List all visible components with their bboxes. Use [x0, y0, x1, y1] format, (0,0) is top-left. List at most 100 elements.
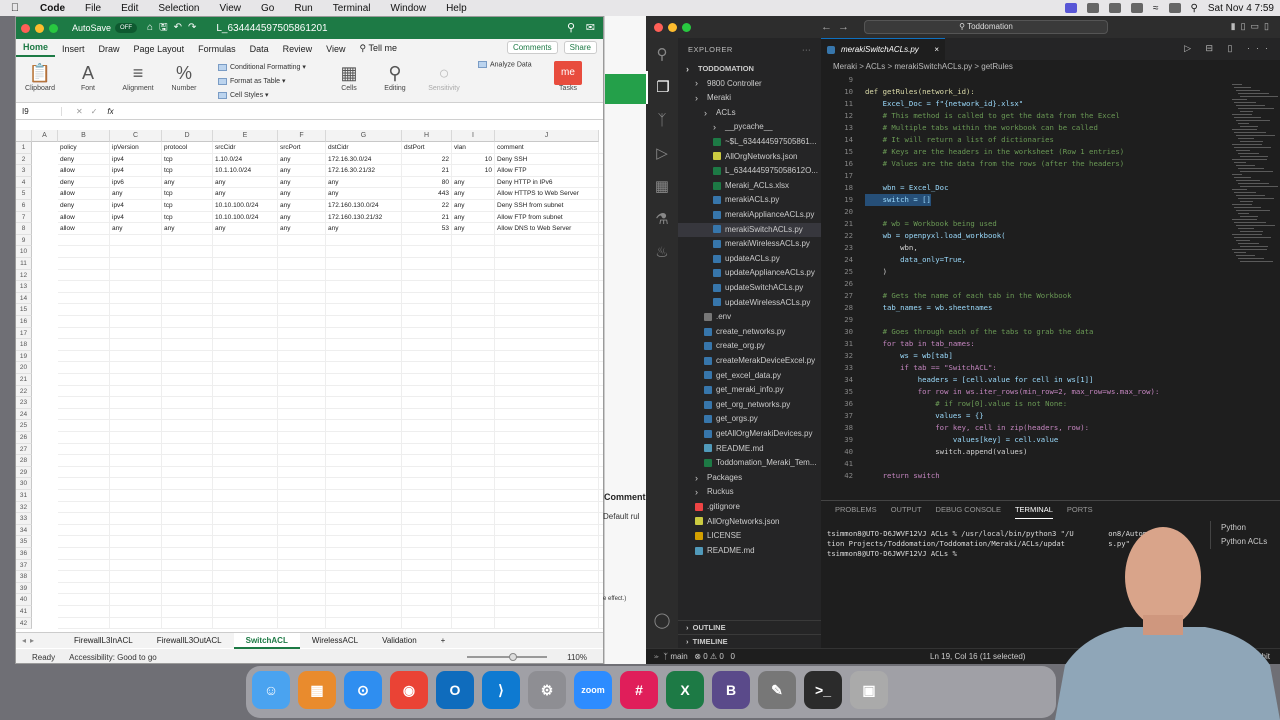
- cell[interactable]: [110, 594, 162, 606]
- cell[interactable]: any: [452, 211, 495, 224]
- column-header[interactable]: D: [162, 130, 213, 142]
- column-header[interactable]: A: [32, 130, 58, 142]
- cell[interactable]: [402, 432, 452, 444]
- cell[interactable]: [58, 304, 110, 316]
- wifi-icon[interactable]: ≈: [1153, 3, 1159, 14]
- cell[interactable]: [213, 281, 278, 293]
- row-header[interactable]: 34: [16, 524, 32, 537]
- cell[interactable]: [452, 582, 495, 595]
- cell[interactable]: Allow FTP: [495, 165, 599, 177]
- cell[interactable]: 172.160.130.0/24: [326, 200, 402, 212]
- comments-button[interactable]: Comments: [506, 41, 558, 54]
- cell[interactable]: [495, 501, 599, 514]
- cell[interactable]: [326, 374, 402, 386]
- cell[interactable]: [110, 571, 162, 583]
- cell[interactable]: [326, 478, 402, 490]
- cell[interactable]: [110, 548, 162, 560]
- cell[interactable]: [213, 304, 278, 316]
- cell[interactable]: [213, 246, 278, 258]
- cell[interactable]: [452, 246, 495, 258]
- cell[interactable]: [452, 443, 495, 456]
- cell[interactable]: [110, 582, 162, 595]
- cell[interactable]: [495, 594, 599, 606]
- column-header[interactable]: H: [402, 130, 452, 142]
- cell[interactable]: [326, 420, 402, 432]
- cell[interactable]: [452, 559, 495, 572]
- dock-launchpad-icon[interactable]: ▦: [298, 671, 336, 709]
- cell[interactable]: [110, 432, 162, 444]
- row-header[interactable]: 19: [16, 350, 32, 363]
- cell[interactable]: allow: [58, 165, 110, 177]
- cell[interactable]: [110, 339, 162, 351]
- cell[interactable]: [452, 385, 495, 398]
- dock-excel-icon[interactable]: X: [666, 671, 704, 709]
- dock-bbedit-icon[interactable]: B: [712, 671, 750, 709]
- remote-icon[interactable]: ≫: [654, 652, 659, 661]
- cell[interactable]: any: [278, 223, 326, 235]
- cell[interactable]: [326, 327, 402, 340]
- cell[interactable]: [326, 524, 402, 537]
- cell[interactable]: [58, 478, 110, 490]
- run-debug-icon[interactable]: ▷: [646, 137, 678, 170]
- cell[interactable]: [452, 258, 495, 270]
- cell[interactable]: [213, 258, 278, 270]
- cell[interactable]: allow: [58, 223, 110, 235]
- cell[interactable]: [110, 304, 162, 316]
- cell[interactable]: [110, 408, 162, 421]
- menu-terminal[interactable]: Terminal: [323, 3, 381, 14]
- cell[interactable]: [162, 571, 213, 583]
- cell[interactable]: [402, 397, 452, 409]
- cell[interactable]: tcp: [162, 211, 213, 224]
- cell[interactable]: [452, 362, 495, 374]
- row-header[interactable]: 42: [16, 617, 32, 630]
- cell[interactable]: [58, 269, 110, 282]
- tree-file[interactable]: get_excel_data.py: [678, 369, 821, 383]
- cell[interactable]: [402, 258, 452, 270]
- cell[interactable]: [326, 292, 402, 305]
- explorer-icon[interactable]: ❐: [646, 71, 678, 104]
- cell[interactable]: [58, 420, 110, 432]
- cell[interactable]: [402, 455, 452, 467]
- menu-app-name[interactable]: Code: [30, 3, 75, 14]
- cell[interactable]: [452, 350, 495, 363]
- cell[interactable]: [278, 478, 326, 490]
- font-group[interactable]: A Font: [72, 61, 104, 92]
- cell[interactable]: [495, 432, 599, 444]
- cell[interactable]: [278, 258, 326, 270]
- cell[interactable]: [278, 606, 326, 618]
- cell[interactable]: [278, 432, 326, 444]
- tree-file[interactable]: create_networks.py: [678, 325, 821, 339]
- cell[interactable]: ipv6: [110, 176, 162, 189]
- cell[interactable]: [452, 374, 495, 386]
- cell[interactable]: [452, 501, 495, 514]
- cell[interactable]: [402, 281, 452, 293]
- cell[interactable]: [452, 339, 495, 351]
- dock-terminal-icon[interactable]: >_: [804, 671, 842, 709]
- cell[interactable]: [110, 281, 162, 293]
- row-header[interactable]: 24: [16, 408, 32, 421]
- cell[interactable]: 172.16.30.0/24: [326, 153, 402, 166]
- code-line[interactable]: def getRules(network_id):: [865, 86, 975, 98]
- dock-settings-icon[interactable]: ⚙: [528, 671, 566, 709]
- tree-file[interactable]: create_org.py: [678, 339, 821, 353]
- tree-folder[interactable]: › 9800 Controller: [678, 77, 821, 91]
- cell[interactable]: [110, 478, 162, 490]
- tree-file[interactable]: get_org_networks.py: [678, 398, 821, 412]
- cell[interactable]: [326, 594, 402, 606]
- cell[interactable]: [213, 432, 278, 444]
- cell[interactable]: 1.10.0/24: [213, 153, 278, 166]
- cell[interactable]: [452, 316, 495, 328]
- tree-file[interactable]: updateSwitchACLs.py: [678, 281, 821, 295]
- cell[interactable]: [326, 362, 402, 374]
- tree-file[interactable]: getAllOrgMerakiDevices.py: [678, 427, 821, 441]
- cell[interactable]: [162, 559, 213, 572]
- sheet-tab-switch[interactable]: SwitchACL: [233, 632, 300, 649]
- menu-run[interactable]: Run: [284, 3, 322, 14]
- code-line[interactable]: switch = []: [865, 194, 931, 206]
- cell[interactable]: [278, 339, 326, 351]
- cell[interactable]: [58, 490, 110, 502]
- tree-folder[interactable]: › ACLs: [678, 106, 821, 120]
- cell[interactable]: [278, 617, 326, 630]
- cell[interactable]: [278, 385, 326, 398]
- cell[interactable]: [162, 501, 213, 514]
